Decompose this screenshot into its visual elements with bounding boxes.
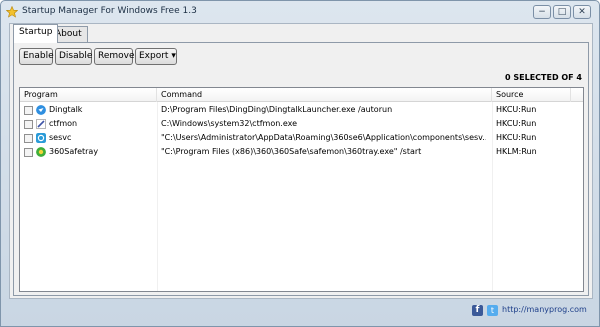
source-text: HKLM:Run [496, 147, 537, 156]
main-window: Startup Manager For Windows Free 1.3 − □… [0, 0, 600, 327]
website-link[interactable]: http://manyprog.com [502, 305, 587, 314]
row-checkbox[interactable] [24, 106, 33, 115]
command-text: D:\Program Files\DingDing\DingtalkLaunch… [161, 105, 393, 114]
app-star-icon [6, 6, 18, 18]
facebook-icon[interactable]: f [472, 305, 483, 316]
row-checkbox[interactable] [24, 148, 33, 157]
table-row[interactable]: ctfmon C:\Windows\system32\ctfmon.exe HK… [20, 117, 583, 131]
sesvc-icon [36, 133, 46, 143]
maximize-button[interactable]: □ [553, 5, 571, 19]
ctfmon-icon [36, 119, 46, 129]
command-text: "C:\Program Files (x86)\360\360Safe\safe… [161, 147, 422, 156]
export-dropdown-button[interactable]: Export ▾ [135, 48, 177, 65]
program-name: ctfmon [49, 119, 78, 128]
source-text: HKCU:Run [496, 119, 537, 128]
program-name: sesvc [49, 133, 72, 142]
minimize-button[interactable]: − [533, 5, 551, 19]
program-name: Dingtalk [49, 105, 83, 114]
chevron-down-icon: ▾ [171, 51, 176, 61]
twitter-icon[interactable]: t [487, 305, 498, 316]
enable-button[interactable]: Enable [19, 48, 54, 65]
table-header: Program Command Source [20, 88, 583, 102]
column-header-source[interactable]: Source [492, 88, 571, 102]
table-row[interactable]: 360Safetray "C:\Program Files (x86)\360\… [20, 145, 583, 159]
selection-count: 0 SELECTED OF 4 [505, 73, 582, 82]
360safetray-icon [36, 147, 46, 157]
export-label: Export [139, 51, 169, 61]
table-row[interactable]: sesvc "C:\Users\Administrator\AppData\Ro… [20, 131, 583, 145]
row-checkbox[interactable] [24, 134, 33, 143]
tab-startup[interactable]: Startup [13, 24, 59, 43]
title-bar[interactable]: Startup Manager For Windows Free 1.3 − □… [1, 1, 599, 23]
startup-panel: Enable Disable Remove Export ▾ 0 SELECTE… [13, 42, 589, 296]
source-text: HKCU:Run [496, 105, 537, 114]
column-header-command[interactable]: Command [157, 88, 492, 102]
command-text: "C:\Users\Administrator\AppData\Roaming\… [161, 133, 486, 142]
command-text: C:\Windows\system32\ctfmon.exe [161, 119, 298, 128]
program-name: 360Safetray [49, 147, 99, 156]
window-title: Startup Manager For Windows Free 1.3 [22, 6, 197, 16]
disable-button[interactable]: Disable [55, 48, 92, 65]
client-area: Startup About Enable Disable Remove Expo… [9, 23, 593, 299]
row-checkbox[interactable] [24, 120, 33, 129]
table-row[interactable]: Dingtalk D:\Program Files\DingDing\Dingt… [20, 103, 583, 117]
source-text: HKCU:Run [496, 133, 537, 142]
dingtalk-icon [36, 105, 46, 115]
remove-button[interactable]: Remove [94, 48, 135, 65]
startup-items-table: Program Command Source Dingtalk D:\Progr… [19, 87, 584, 292]
column-header-program[interactable]: Program [20, 88, 157, 102]
close-button[interactable]: ✕ [573, 5, 591, 19]
